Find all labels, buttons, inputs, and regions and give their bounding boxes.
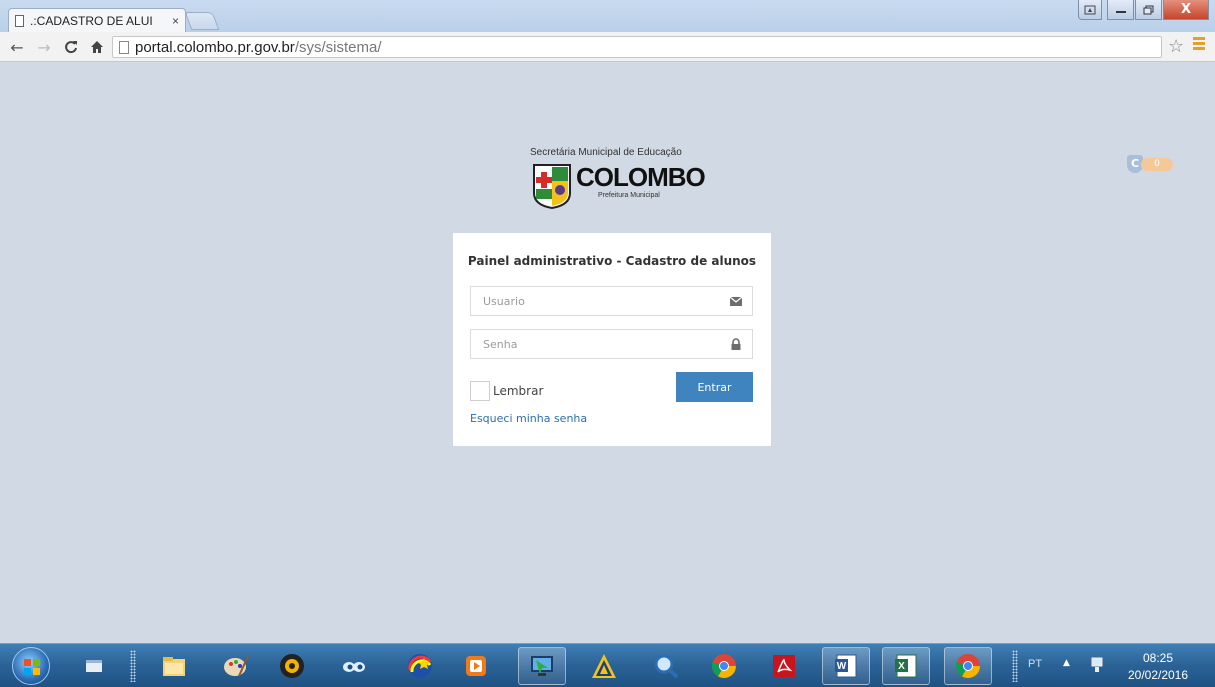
window-controls: X: [1078, 0, 1209, 22]
browser-tab[interactable]: .:CADASTRO DE ALUI ×: [8, 8, 186, 32]
envelope-icon: [729, 296, 743, 306]
url-host: portal.colombo.pr.gov.br: [135, 38, 295, 56]
badge-count: 0: [1141, 158, 1173, 171]
taskbar-media-player[interactable]: [268, 647, 316, 685]
logo-subtitle: Secretária Municipal de Educação: [530, 147, 682, 158]
browser-title-bar: .:CADASTRO DE ALUI × X: [0, 0, 1215, 32]
forgot-password-link[interactable]: Esqueci minha senha: [470, 412, 587, 425]
url-path: /sys/sistema/: [294, 38, 382, 56]
taskbar-acrobat[interactable]: [760, 647, 808, 685]
start-button[interactable]: [12, 647, 50, 685]
chrome-icon: [712, 654, 736, 679]
windows-logo-icon: [24, 659, 40, 675]
address-bar[interactable]: portal.colombo.pr.gov.br/sys/sistema/: [112, 36, 1162, 58]
page-icon: [15, 14, 24, 27]
password-input[interactable]: [471, 330, 752, 358]
folder-icon: [163, 657, 185, 676]
taskbar-grip[interactable]: [130, 650, 136, 682]
taskbar-search[interactable]: [642, 647, 690, 685]
taskbar-archive[interactable]: [580, 647, 628, 685]
taskbar-word[interactable]: W: [822, 647, 870, 685]
taskbar: W X PT ▲ 08:25 20/02/2016: [0, 643, 1215, 687]
taskbar-file-manager[interactable]: [150, 647, 198, 685]
new-tab-button[interactable]: [184, 12, 220, 30]
taskbar-grip[interactable]: [1012, 650, 1018, 682]
logo-tagline: Prefeitura Municipal: [598, 192, 660, 199]
login-button[interactable]: Entrar: [676, 372, 753, 402]
remember-label: Lembrar: [493, 384, 544, 398]
paint-palette-icon: [224, 655, 249, 677]
taskbar-eyes-app[interactable]: [330, 647, 378, 685]
play-icon: [466, 656, 486, 676]
close-window-button[interactable]: X: [1163, 0, 1209, 20]
taskbar-chrome[interactable]: [700, 647, 748, 685]
tab-title: .:CADASTRO DE ALUI: [30, 13, 153, 28]
word-icon: W: [835, 654, 857, 678]
tab-close-icon[interactable]: ×: [172, 14, 179, 28]
taskbar-video-player[interactable]: [452, 647, 500, 685]
reload-icon[interactable]: [62, 36, 80, 58]
username-input[interactable]: [471, 287, 752, 315]
bookmark-star-icon[interactable]: ☆: [1168, 36, 1184, 57]
svg-text:W: W: [837, 661, 847, 672]
colombo-logo: Secretária Municipal de Educação COLOMBO…: [528, 147, 706, 211]
taskbar-excel[interactable]: X: [882, 647, 930, 685]
username-field[interactable]: [470, 286, 753, 316]
browser-menu-icon[interactable]: [1193, 37, 1205, 52]
clock-time: 08:25: [1142, 651, 1174, 665]
taskbar-windows-explorer[interactable]: [70, 647, 118, 685]
home-icon[interactable]: [88, 36, 106, 58]
minimize-button[interactable]: [1107, 0, 1134, 20]
system-clock[interactable]: 08:25 20/02/2016: [1118, 650, 1198, 684]
crest-icon: [533, 164, 571, 209]
back-arrow-icon[interactable]: ←: [8, 36, 26, 58]
network-icon[interactable]: [1088, 656, 1106, 674]
pdf-icon: [773, 655, 795, 677]
profile-icon[interactable]: [1078, 0, 1102, 20]
logo-name: COLOMBO: [576, 162, 706, 192]
remember-me[interactable]: Lembrar: [470, 381, 543, 401]
eyes-icon: [343, 662, 365, 672]
taskbar-colorful-app[interactable]: [396, 647, 444, 685]
speaker-icon: [280, 654, 304, 678]
login-title: Painel administrativo - Cadastro de alun…: [467, 254, 757, 268]
monitor-arrow-icon: [531, 656, 553, 676]
page-icon: [119, 40, 129, 54]
excel-icon: X: [895, 654, 917, 678]
taskbar-chrome-active[interactable]: [944, 647, 992, 685]
taskbar-remote-desktop[interactable]: [518, 647, 566, 685]
window-switcher-icon: [86, 660, 102, 672]
clock-date: 20/02/2016: [1127, 668, 1189, 682]
extension-badge[interactable]: C 0: [1127, 155, 1173, 173]
browser-toolbar: ← → portal.colombo.pr.gov.br/sys/sistema…: [0, 32, 1215, 62]
chrome-icon: [956, 654, 980, 679]
language-indicator[interactable]: PT: [1028, 658, 1042, 670]
magnifier-icon: [654, 654, 679, 679]
forward-arrow-icon[interactable]: →: [35, 36, 53, 58]
rainbow-ball-icon: [408, 654, 432, 678]
login-panel: Painel administrativo - Cadastro de alun…: [453, 233, 771, 446]
svg-text:X: X: [898, 661, 905, 672]
maximize-button[interactable]: [1135, 0, 1162, 20]
archive-logo-icon: [592, 654, 616, 678]
tray-expand-icon[interactable]: ▲: [1063, 658, 1070, 668]
password-field[interactable]: [470, 329, 753, 359]
taskbar-paint[interactable]: [212, 647, 260, 685]
remember-checkbox[interactable]: [470, 381, 490, 401]
lock-icon: [731, 338, 741, 350]
